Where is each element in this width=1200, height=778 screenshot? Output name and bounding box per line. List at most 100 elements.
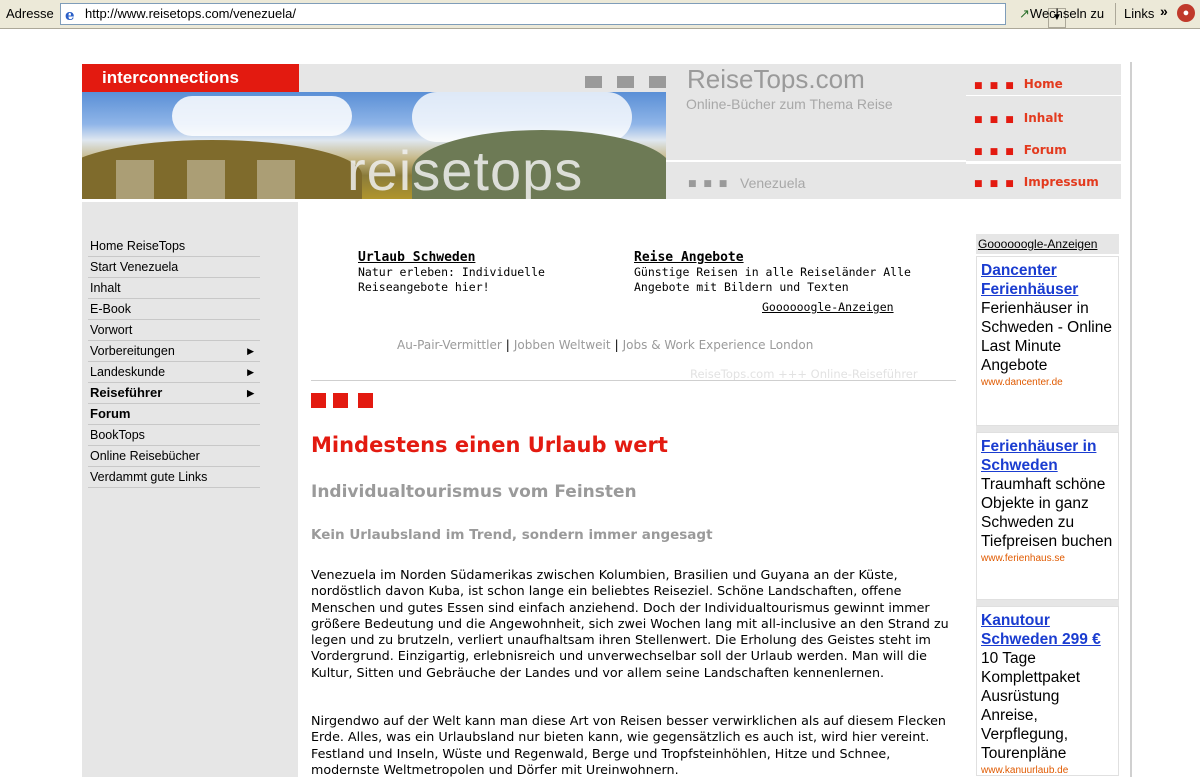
go-label: Wechseln zu xyxy=(1029,6,1105,21)
ad-text: Traumhaft schöne Objekte in ganz Schwede… xyxy=(981,476,1113,550)
ad-title[interactable]: Ferienhäuser in Schweden xyxy=(981,437,1114,475)
ticker-text: ReiseTops.com +++ Online-Reiseführer xyxy=(690,367,918,381)
sidebar-item[interactable]: Inhalt xyxy=(88,278,260,299)
toolbar-divider xyxy=(1115,3,1116,25)
links-toolbar-button[interactable]: Links xyxy=(1124,6,1154,21)
country-square-icon: ■ ■ ■ xyxy=(688,179,730,189)
sidebar-item[interactable]: Reiseführer ▶ xyxy=(88,383,260,404)
top-nav-label: Forum xyxy=(1023,143,1067,157)
sidebar-item[interactable]: Forum xyxy=(88,404,260,425)
subtitle-panel: Online-Bücher zum Thema Reise xyxy=(666,92,966,160)
link-separator: | xyxy=(505,338,510,352)
page-frame: interconnections ReiseTops.com reisetops… xyxy=(82,62,1132,777)
go-arrow-icon: ↗ xyxy=(1019,6,1030,21)
top-nav-forum[interactable]: ■ ■ ■ Forum xyxy=(966,142,1121,162)
sidebar-item[interactable]: Vorwort xyxy=(88,320,260,341)
address-bar: Adresse e http://www.reisetops.com/venez… xyxy=(0,0,1200,29)
photo-block xyxy=(257,160,295,199)
ad-url[interactable]: www.dancenter.de xyxy=(981,377,1114,388)
country-label: Venezuela xyxy=(740,175,806,191)
sidebar-item-label: Vorbereitungen xyxy=(90,344,175,358)
address-url: http://www.reisetops.com/venezuela/ xyxy=(85,6,296,21)
ad-text: Ferienhäuser in Schweden - Online Last M… xyxy=(981,300,1112,374)
ad-title[interactable]: Urlaub Schweden xyxy=(358,250,608,265)
sidebar-item-label: Home ReiseTops xyxy=(90,239,186,253)
header-photo: reisetops xyxy=(82,92,666,199)
sidebar-item[interactable]: Vorbereitungen ▶ xyxy=(88,341,260,362)
google-ads-link[interactable]: Goooooogle-Anzeigen xyxy=(762,300,894,314)
sidebar-item[interactable]: E-Book xyxy=(88,299,260,320)
nav-square-icon: ■ ■ ■ xyxy=(974,147,1016,157)
red-square-icon xyxy=(358,393,373,408)
address-label: Adresse xyxy=(6,6,54,21)
photo-logo-text: reisetops xyxy=(347,139,584,199)
top-nav-label: Inhalt xyxy=(1023,111,1064,125)
sidebar-item[interactable]: Home ReiseTops xyxy=(88,236,260,257)
header-square-icon xyxy=(649,76,666,88)
sidebar-nav: Home ReiseTops Start Venezuela Inhalt E-Boo… xyxy=(88,236,260,488)
link-jobs-london[interactable]: Jobs & Work Experience London xyxy=(623,338,814,352)
ad-reise-angebote[interactable]: Reise Angebote Günstige Reisen in alle R… xyxy=(634,250,924,295)
submenu-arrow-icon: ▶ xyxy=(247,367,254,377)
header-title-bar xyxy=(299,64,966,92)
google-ads-label[interactable]: Goooooogle-Anzeigen xyxy=(976,234,1119,254)
ad-urlaub-schweden[interactable]: Urlaub Schweden Natur erleben: Individue… xyxy=(358,250,608,295)
sidebar-item-label: E-Book xyxy=(90,302,131,316)
photo-block xyxy=(116,160,154,199)
photo-cloud xyxy=(172,96,352,136)
ad-text: 10 Tage Komplettpaket Ausrüstung Anreise… xyxy=(981,650,1081,762)
ad-title[interactable]: Kanutour Schweden 299 € xyxy=(981,611,1114,649)
go-button[interactable]: ↗Wechseln zu xyxy=(1019,6,1104,22)
sidebar-item-label: Forum xyxy=(90,406,131,421)
header-square-icon xyxy=(585,76,602,88)
sidebar-item-label: Vorwort xyxy=(90,323,133,337)
ad-url[interactable]: www.ferienhaus.se xyxy=(981,553,1114,564)
sidebar-item-label: Landeskunde xyxy=(90,365,166,379)
ad-text: Natur erleben: Individuelle Reiseangebot… xyxy=(358,265,545,294)
site-title[interactable]: ReiseTops.com xyxy=(687,64,865,95)
links-chevron-icon[interactable]: » xyxy=(1160,3,1168,19)
sidebar-item[interactable]: BookTops xyxy=(88,425,260,446)
ie-page-icon: e xyxy=(63,6,79,22)
right-ad[interactable]: Ferienhäuser in Schweden Traumhaft schön… xyxy=(976,432,1119,600)
svg-text:e: e xyxy=(65,6,75,22)
sidebar-item[interactable]: Verdammt gute Links xyxy=(88,467,260,488)
top-nav-label: Home xyxy=(1023,77,1063,91)
toolbar-extension-icon[interactable]: ● xyxy=(1177,4,1195,22)
address-input[interactable]: e http://www.reisetops.com/venezuela/ ▼ xyxy=(60,3,1066,28)
top-nav-label: Impressum xyxy=(1023,175,1099,189)
nav-square-icon: ■ ■ ■ xyxy=(974,81,1016,91)
ad-url[interactable]: www.kanuurlaub.de xyxy=(981,765,1114,776)
nav-square-icon: ■ ■ ■ xyxy=(974,179,1016,189)
submenu-arrow-icon: ▶ xyxy=(247,346,254,356)
ad-text: Günstige Reisen in alle Reiseländer Alle… xyxy=(634,265,911,294)
sidebar-item-label: BookTops xyxy=(90,428,145,442)
sidebar-item[interactable]: Start Venezuela xyxy=(88,257,260,278)
sidebar-item-label: Inhalt xyxy=(90,281,121,295)
sidebar-item-label: Online Reisebücher xyxy=(90,449,200,463)
sidebar-item[interactable]: Landeskunde ▶ xyxy=(88,362,260,383)
ad-title[interactable]: Dancenter Ferienhäuser xyxy=(981,261,1114,299)
right-ad[interactable]: Kanutour Schweden 299 € 10 Tage Komplett… xyxy=(976,606,1119,776)
country-panel: ■ ■ ■ Venezuela xyxy=(666,162,966,199)
link-jobben-weltweit[interactable]: Jobben Weltweit xyxy=(514,338,611,352)
photo-block xyxy=(187,160,225,199)
ad-title[interactable]: Reise Angebote xyxy=(634,250,924,265)
sidebar-item-label: Reiseführer xyxy=(90,385,163,400)
divider xyxy=(311,380,956,381)
article-tagline: Kein Urlaubsland im Trend, sondern immer… xyxy=(311,527,713,543)
site-subtitle: Online-Bücher zum Thema Reise xyxy=(686,96,893,112)
sidebar-item-label: Verdammt gute Links xyxy=(90,470,208,484)
article-title: Mindestens einen Urlaub wert xyxy=(311,433,668,457)
article-paragraph: Nirgendwo auf der Welt kann man diese Ar… xyxy=(311,713,946,777)
right-ad[interactable]: Dancenter Ferienhäuser Ferienhäuser in S… xyxy=(976,256,1119,426)
link-au-pair[interactable]: Au-Pair-Vermittler xyxy=(397,338,502,352)
google-ad-block: Urlaub Schweden Natur erleben: Individue… xyxy=(354,244,912,316)
article-subtitle: Individualtourismus vom Feinsten xyxy=(311,482,637,502)
header-square-icon xyxy=(617,76,634,88)
sidebar-item[interactable]: Online Reisebücher xyxy=(88,446,260,467)
link-separator: | xyxy=(614,338,619,352)
brand-bar[interactable]: interconnections xyxy=(82,64,299,92)
top-nav-home[interactable]: ■ ■ ■ Home xyxy=(966,64,1121,95)
top-nav-impressum[interactable]: ■ ■ ■ Impressum xyxy=(966,164,1121,199)
